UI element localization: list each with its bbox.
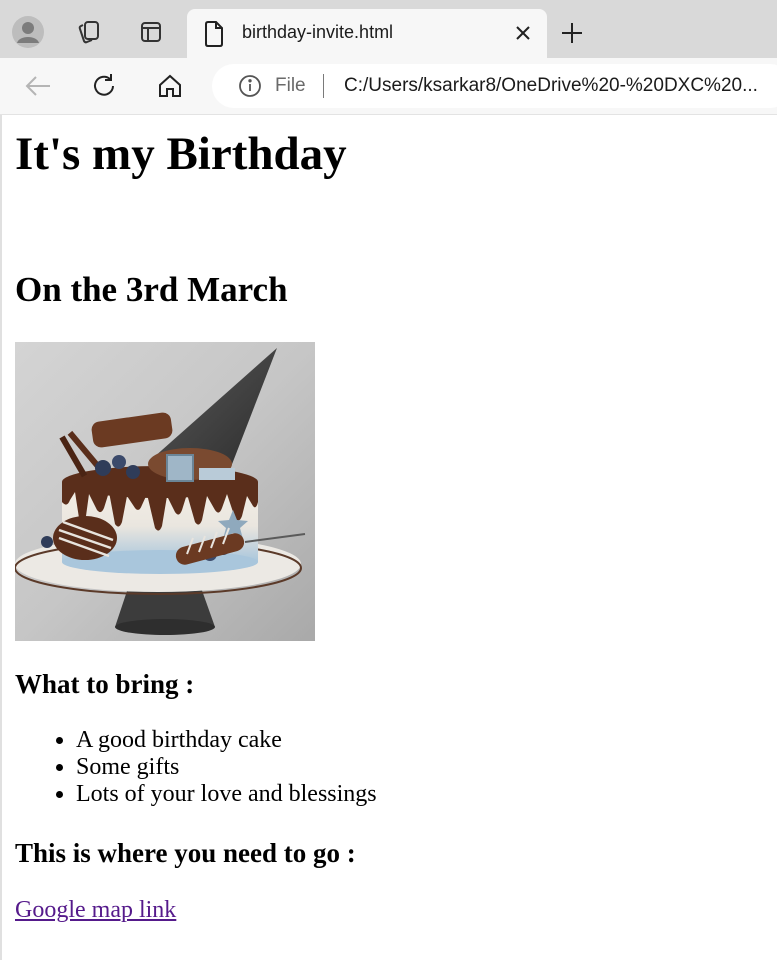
navigation-toolbar: File C:/Users/ksarkar8/OneDrive%20-%20DX… — [0, 58, 777, 115]
refresh-button[interactable] — [84, 66, 124, 106]
google-map-link[interactable]: Google map link — [15, 897, 176, 924]
close-tab-icon[interactable] — [513, 23, 533, 43]
profile-avatar-icon[interactable] — [8, 12, 48, 52]
page-title: It's my Birthday — [15, 128, 347, 180]
info-icon[interactable] — [238, 74, 262, 103]
address-divider — [323, 74, 324, 98]
tab-strip: birthday-invite.html — [0, 0, 777, 58]
back-button[interactable] — [18, 66, 58, 106]
tab-title: birthday-invite.html — [242, 22, 394, 42]
page-viewport: It's my Birthday On the 3rd March What t… — [0, 115, 777, 960]
new-tab-button[interactable] — [553, 14, 591, 52]
workspaces-icon[interactable] — [69, 12, 109, 52]
date-heading: On the 3rd March — [15, 270, 288, 309]
birthday-cake-image — [15, 342, 315, 641]
scheme-label: File — [275, 75, 306, 96]
list-item: A good birthday cake — [76, 727, 377, 754]
what-to-bring-heading: What to bring : — [15, 669, 195, 699]
tab-actions-icon[interactable] — [131, 12, 171, 52]
list-item: Some gifts — [76, 754, 377, 781]
bring-list: A good birthday cake Some gifts Lots of … — [2, 727, 377, 808]
tab-birthday-invite[interactable]: birthday-invite.html — [187, 9, 547, 58]
address-bar[interactable]: File C:/Users/ksarkar8/OneDrive%20-%20DX… — [212, 64, 777, 108]
home-button[interactable] — [150, 66, 190, 106]
where-to-go-heading: This is where you need to go : — [15, 838, 356, 868]
file-icon — [203, 21, 225, 52]
url-text[interactable]: C:/Users/ksarkar8/OneDrive%20-%20DXC%20.… — [344, 75, 758, 97]
list-item: Lots of your love and blessings — [76, 781, 377, 808]
